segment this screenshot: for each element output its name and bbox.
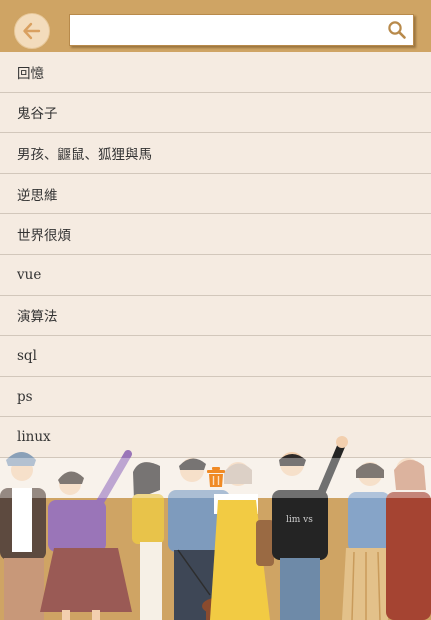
history-item[interactable]: 男孩、鼴鼠、狐狸與馬 (0, 133, 431, 174)
history-item[interactable]: 逆思維 (0, 173, 431, 215)
history-item[interactable]: 演算法 (0, 295, 431, 337)
history-item[interactable]: 鬼谷子 (0, 92, 431, 134)
history-item-label: 鬼谷子 (17, 106, 58, 123)
history-item[interactable]: vue (0, 254, 431, 296)
trash-icon[interactable] (206, 466, 226, 488)
svg-text:lim vs: lim vs (286, 515, 313, 525)
history-item-label: vue (17, 266, 42, 283)
history-item-label: 世界很煩 (17, 228, 71, 245)
search-icon[interactable] (387, 20, 407, 40)
back-button[interactable] (14, 13, 50, 49)
top-bar (0, 0, 431, 52)
search-input[interactable] (70, 15, 380, 45)
history-item[interactable]: 世界很煩 (0, 214, 431, 255)
search-box (69, 14, 414, 46)
crowd-illustration: lim vs (0, 436, 431, 620)
history-item[interactable]: 回憶 (0, 52, 431, 93)
history-item-label: 男孩、鼴鼠、狐狸與馬 (17, 146, 152, 163)
search-history-list: 回憶 鬼谷子 男孩、鼴鼠、狐狸與馬 逆思維 世界很煩 vue 演算法 sql p… (0, 52, 431, 458)
history-item-label: 逆思維 (17, 187, 58, 204)
history-item[interactable]: ps (0, 376, 431, 418)
history-item-label: ps (17, 388, 33, 405)
history-item-label: sql (17, 347, 37, 364)
history-item-label: 演算法 (17, 309, 58, 326)
arrow-left-icon (23, 22, 41, 40)
history-item-label: 回憶 (17, 65, 44, 82)
history-item[interactable]: sql (0, 336, 431, 377)
